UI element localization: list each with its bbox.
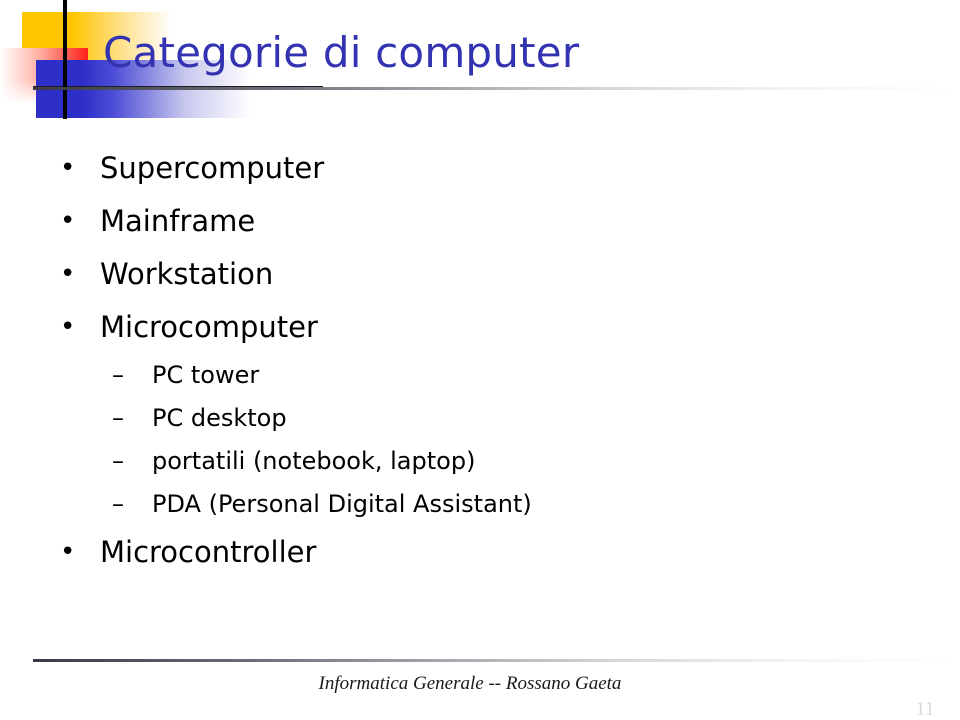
header-divider bbox=[33, 87, 958, 90]
decoration-vertical-bar bbox=[63, 0, 67, 119]
decoration-red-block-fade bbox=[0, 48, 88, 103]
bullet-label: Supercomputer bbox=[100, 151, 325, 185]
sub-bullet-label: PC tower bbox=[152, 361, 260, 389]
bullet-marker-dash: – bbox=[112, 447, 124, 475]
footer-text: Informatica Generale -- Rossano Gaeta bbox=[318, 673, 622, 694]
bullet-marker-dash: – bbox=[112, 490, 124, 518]
sub-bullet-label: PC desktop bbox=[152, 404, 287, 432]
bullet-label: Microcontroller bbox=[100, 535, 317, 569]
bullet-marker-dash: – bbox=[112, 404, 124, 432]
decoration-red-block bbox=[0, 48, 88, 103]
slide-canvas: Categorie di computer • Supercomputer • … bbox=[0, 0, 960, 720]
bullet-item: • Mainframe bbox=[56, 195, 916, 248]
bullet-marker-dot: • bbox=[60, 153, 76, 183]
bullet-marker-dot: • bbox=[60, 537, 76, 567]
slide-title: Categorie di computer bbox=[103, 28, 580, 77]
bullet-item: • Microcontroller bbox=[56, 526, 916, 579]
sub-bullet-item: – PC desktop bbox=[56, 397, 916, 440]
sub-bullet-item: – portatili (notebook, laptop) bbox=[56, 440, 916, 483]
bullet-label: Workstation bbox=[100, 257, 274, 291]
footer-divider bbox=[33, 659, 958, 662]
bullet-label: Mainframe bbox=[100, 204, 256, 238]
page-number: 11 bbox=[915, 698, 935, 720]
sub-bullet-label: portatili (notebook, laptop) bbox=[152, 447, 476, 475]
bullet-marker-dot: • bbox=[60, 259, 76, 289]
bullet-item: • Microcomputer bbox=[56, 301, 916, 354]
bullet-marker-dot: • bbox=[60, 312, 76, 342]
sub-bullet-item: – PDA (Personal Digital Assistant) bbox=[56, 483, 916, 526]
bullet-item: • Supercomputer bbox=[56, 142, 916, 195]
slide-body: • Supercomputer • Mainframe • Workstatio… bbox=[56, 142, 916, 579]
bullet-marker-dot: • bbox=[60, 206, 76, 236]
bullet-label: Microcomputer bbox=[100, 310, 318, 344]
bullet-item: • Workstation bbox=[56, 248, 916, 301]
sub-bullet-label: PDA (Personal Digital Assistant) bbox=[152, 490, 532, 518]
sub-bullet-item: – PC tower bbox=[56, 354, 916, 397]
bullet-marker-dash: – bbox=[112, 361, 124, 389]
